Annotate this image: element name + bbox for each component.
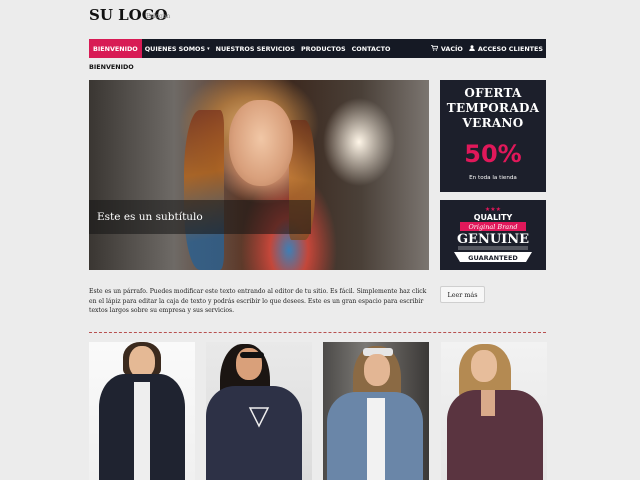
nav-item-bienvenido[interactable]: BIENVENIDO [89, 39, 142, 58]
account-link[interactable]: ACCESO CLIENTES [466, 39, 546, 58]
nav-item-label: BIENVENIDO [93, 44, 138, 53]
badge-quality: QUALITY [474, 213, 513, 222]
quality-badge-banner[interactable]: ★★★ QUALITY Original Brand GENUINE GUARA… [440, 200, 546, 270]
user-icon [469, 44, 475, 53]
nav-item-nuestros-servicios[interactable]: NUESTROS SERVICIOS [213, 39, 298, 58]
product-image[interactable] [323, 342, 429, 480]
read-more-button[interactable]: Leer más [440, 286, 485, 303]
promo-title-line: OFERTA [464, 86, 522, 100]
nav-item-quienes-somos[interactable]: QUIENES SOMOS ▾ [142, 39, 213, 58]
nav-item-label: QUIENES SOMOS [144, 44, 206, 53]
product-image[interactable] [206, 342, 312, 480]
promo-percent: 50% [464, 140, 522, 168]
promo-title-line: TEMPORADA [446, 101, 540, 115]
site-tagline: Eslogan [146, 13, 171, 20]
hero-subtitle: Este es un subtítulo [89, 200, 311, 234]
promo-banner[interactable]: OFERTA TEMPORADA VERANO 50% En toda la t… [440, 80, 546, 192]
quality-badge: ★★★ QUALITY Original Brand GENUINE GUARA… [454, 206, 532, 262]
intro-paragraph: Este es un párrafo. Puedes modificar est… [89, 288, 427, 315]
product-image[interactable] [441, 342, 547, 480]
nav-item-label: PRODUCTOS [300, 44, 346, 53]
hero-image-face [229, 100, 293, 186]
nav-item-productos[interactable]: PRODUCTOS [298, 39, 349, 58]
breadcrumb: BIENVENIDO [89, 63, 134, 71]
nav-item-label: CONTACTO [351, 44, 391, 53]
badge-original: Original Brand [468, 223, 517, 231]
product-image[interactable] [89, 342, 195, 480]
nav-right-group: VACÍO ACCESO CLIENTES [428, 39, 546, 58]
caret-down-icon: ▾ [207, 45, 210, 52]
hero-image-scarf [184, 110, 224, 270]
section-divider [89, 332, 546, 333]
main-nav: BIENVENIDO QUIENES SOMOS ▾ NUESTROS SERV… [89, 39, 546, 58]
promo-title-line: VERANO [462, 116, 524, 130]
nav-item-contacto[interactable]: CONTACTO [349, 39, 394, 58]
nav-item-label: NUESTROS SERVICIOS [215, 44, 295, 53]
account-label: ACCESO CLIENTES [477, 44, 543, 53]
badge-guaranteed: GUARANTEED [468, 254, 518, 262]
promo-title: OFERTA TEMPORADA VERANO [440, 80, 546, 131]
cart-icon [430, 44, 439, 53]
badge-genuine: GENUINE [457, 232, 529, 247]
hero-banner[interactable]: Este es un subtítulo [89, 80, 429, 270]
cart-label: VACÍO [440, 44, 463, 53]
promo-note: En toda la tienda [469, 175, 517, 181]
cart-link[interactable]: VACÍO [428, 39, 466, 58]
badge-stars: ★★★ [485, 206, 501, 213]
